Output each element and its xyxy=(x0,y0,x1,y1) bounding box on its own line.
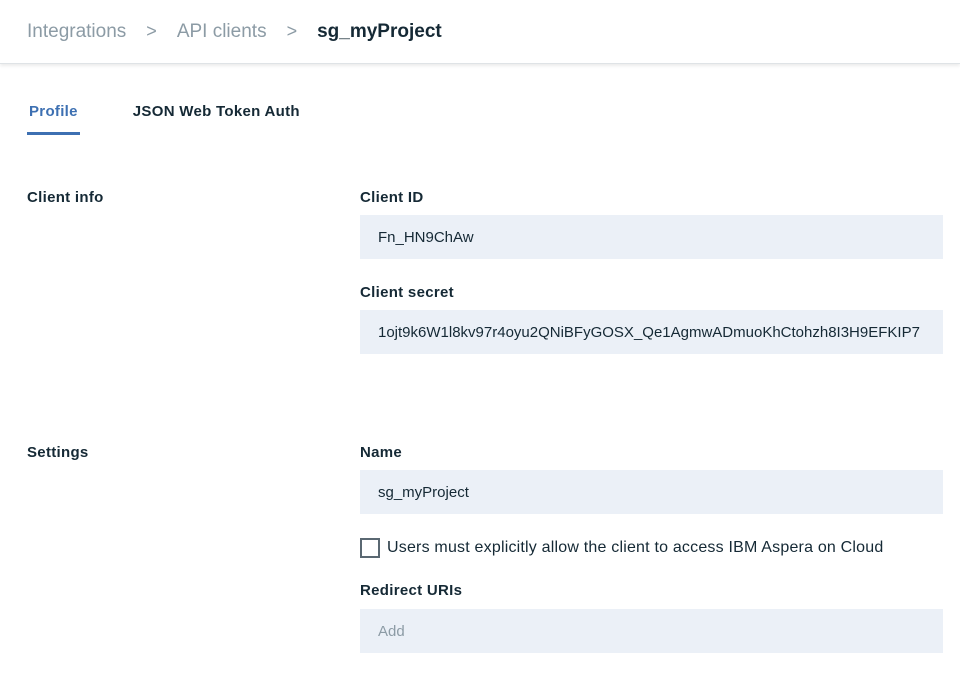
redirect-uris-input[interactable]: Add xyxy=(360,609,943,653)
breadcrumb: Integrations > API clients > sg_myProjec… xyxy=(0,0,960,64)
name-field[interactable]: sg_myProject xyxy=(360,470,943,514)
breadcrumb-separator-icon: > xyxy=(286,21,298,41)
page-title: sg_myProject xyxy=(317,20,442,42)
client-id-field[interactable]: Fn_HN9ChAw xyxy=(360,215,943,259)
breadcrumb-separator-icon: > xyxy=(146,21,157,41)
explicit-consent-label[interactable]: Users must explicitly allow the client t… xyxy=(387,539,883,557)
tab-profile[interactable]: Profile xyxy=(27,96,80,135)
redirect-uris-label: Redirect URIs xyxy=(360,582,463,599)
name-label: Name xyxy=(360,444,403,461)
explicit-consent-option: Users must explicitly allow the client t… xyxy=(360,538,883,558)
client-info-heading: Client info xyxy=(27,189,104,206)
breadcrumb-api-clients[interactable]: API clients xyxy=(177,21,267,43)
client-secret-label: Client secret xyxy=(360,284,454,301)
client-secret-field[interactable]: 1ojt9k6W1l8kv97r4oyu2QNiBFyGOSX_Qe1AgmwA… xyxy=(360,310,943,354)
client-id-label: Client ID xyxy=(360,189,424,206)
breadcrumb-integrations[interactable]: Integrations xyxy=(27,21,126,43)
tab-jwt-auth[interactable]: JSON Web Token Auth xyxy=(133,96,300,135)
settings-heading: Settings xyxy=(27,444,89,461)
explicit-consent-checkbox[interactable] xyxy=(360,538,380,558)
tab-bar: Profile JSON Web Token Auth xyxy=(27,96,300,136)
